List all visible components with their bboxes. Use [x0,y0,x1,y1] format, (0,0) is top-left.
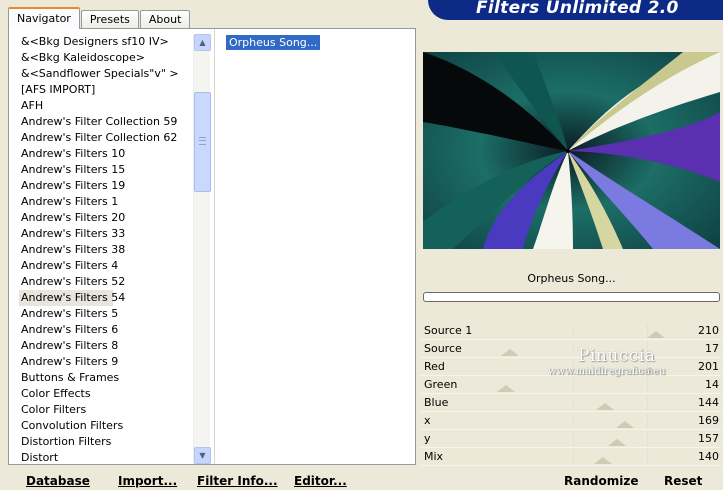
slider-thumb[interactable] [607,439,626,446]
editor-button[interactable]: Editor... [294,474,347,488]
slider-label: Source [424,342,462,355]
filter-list-item[interactable]: Distortion Filters [19,434,199,450]
grip-icon [199,137,206,145]
filter-list-item[interactable]: Andrew's Filters 1 [19,194,199,210]
filter-list-item[interactable]: [AFS IMPORT] [19,82,199,98]
filter-list-item[interactable]: Andrew's Filters 6 [19,322,199,338]
filters-unlimited-logo: Filters Unlimited 2.0 [428,0,723,20]
preview-filter-name: Orpheus Song... [527,272,616,285]
filter-list-item[interactable]: Andrew's Filter Collection 59 [19,114,199,130]
parameter-sliders: Source 1 210 Source 17 Red 201 Green 14 Blue 144 x… [421,322,721,466]
scroll-down-button[interactable]: ▼ [194,447,211,464]
watermark-site: www.maidiregrafica.eu [548,366,666,377]
slider-tick [573,378,574,392]
filter-list-item[interactable]: Andrew's Filters 10 [19,146,199,162]
filter-list-item[interactable]: Andrew's Filters 38 [19,242,199,258]
scroll-up-button[interactable]: ▲ [194,34,211,51]
slider-label: Blue [424,396,449,409]
filter-item-orpheus-song[interactable]: Orpheus Song... [226,35,321,50]
filter-list-item[interactable]: Andrew's Filters 33 [19,226,199,242]
slider-label: Red [424,360,445,373]
filter-list-item[interactable]: Andrew's Filters 9 [19,354,199,370]
slider-tick [573,432,574,446]
slider-value: 14 [705,378,719,391]
progress-bar [423,292,720,302]
slider-thumb[interactable] [646,331,665,338]
filter-list-item[interactable]: Buttons & Frames [19,370,199,386]
filter-list-item[interactable]: Distort [19,450,199,466]
navigator-panel: &<Bkg Designers sf10 IV> &<Bkg Kaleidosco… [8,28,416,465]
filter-info-button[interactable]: Filter Info... [197,474,278,488]
filter-list-item[interactable]: Andrew's Filters 54 [19,290,125,306]
tab-presets[interactable]: Presets [80,10,139,29]
slider-value: 144 [698,396,719,409]
slider-label: y [424,432,431,445]
scroll-thumb[interactable] [194,92,211,192]
reset-button[interactable]: Reset [664,474,702,488]
filter-list-item[interactable]: Andrew's Filters 15 [19,162,199,178]
slider-label: Green [424,378,458,391]
slider-row[interactable]: y 157 [421,430,721,448]
preview-swirl [423,52,720,249]
filter-list-item[interactable]: &<Bkg Kaleidoscope> [19,50,199,66]
slider-tick [647,432,648,446]
panel-divider [214,29,215,464]
slider-value: 169 [698,414,719,427]
slider-tick [573,414,574,428]
tab-about[interactable]: About [139,10,191,29]
filter-list-item[interactable]: Andrew's Filters 20 [19,210,199,226]
slider-row[interactable]: Source 1 210 [421,322,721,340]
slider-row[interactable]: x 169 [421,412,721,430]
logo-text: Filters Unlimited 2.0 [476,0,679,18]
filter-list-item[interactable]: Andrew's Filters 52 [19,274,199,290]
slider-thumb[interactable] [594,457,613,464]
slider-tick [573,324,574,338]
filter-list-item[interactable]: &<Sandflower Specials"v" > [19,66,199,82]
slider-tick [647,450,648,464]
slider-value: 17 [705,342,719,355]
slider-tick [647,396,648,410]
filter-category-list: &<Bkg Designers sf10 IV> &<Bkg Kaleidosco… [19,34,199,466]
slider-label: x [424,414,431,427]
slider-value: 210 [698,324,719,337]
filter-list-item[interactable]: Andrew's Filters 5 [19,306,199,322]
slider-row[interactable]: Green 14 [421,376,721,394]
slider-row[interactable]: Source 17 [421,340,721,358]
filter-list-scrollbar[interactable]: ▲ ▼ [193,34,211,464]
filter-list-item[interactable]: AFH [19,98,199,114]
slider-row[interactable]: Mix 140 [421,448,721,466]
slider-thumb[interactable] [615,421,634,428]
filter-list-item[interactable]: Color Effects [19,386,199,402]
slider-row[interactable]: Blue 144 [421,394,721,412]
slider-value: 201 [698,360,719,373]
filter-list-item[interactable]: Andrew's Filters 4 [19,258,199,274]
slider-tick [573,396,574,410]
slider-tick [647,378,648,392]
slider-label: Mix [424,450,444,463]
filter-preview-image [423,52,720,249]
database-button[interactable]: Database [26,474,90,488]
filter-list-item[interactable]: Andrew's Filters 19 [19,178,199,194]
slider-thumb[interactable] [500,349,519,356]
filter-list-item[interactable]: &<Bkg Designers sf10 IV> [19,34,199,50]
filter-list-item[interactable]: Andrew's Filters 8 [19,338,199,354]
slider-tick [647,414,648,428]
slider-tick [573,450,574,464]
slider-thumb[interactable] [596,403,615,410]
import-button[interactable]: Import... [118,474,177,488]
slider-value: 140 [698,450,719,463]
tab-bar: Navigator Presets About [8,7,191,29]
filter-list-item[interactable]: Color Filters [19,402,199,418]
randomize-button[interactable]: Randomize [564,474,638,488]
watermark-name: Pinuccia [578,346,656,366]
slider-value: 157 [698,432,719,445]
tab-navigator[interactable]: Navigator [8,7,80,29]
filter-list-item[interactable]: Convolution Filters [19,418,199,434]
slider-label: Source 1 [424,324,473,337]
slider-thumb[interactable] [496,385,515,392]
slider-tick [573,342,574,356]
filter-list-item[interactable]: Andrew's Filter Collection 62 [19,130,199,146]
